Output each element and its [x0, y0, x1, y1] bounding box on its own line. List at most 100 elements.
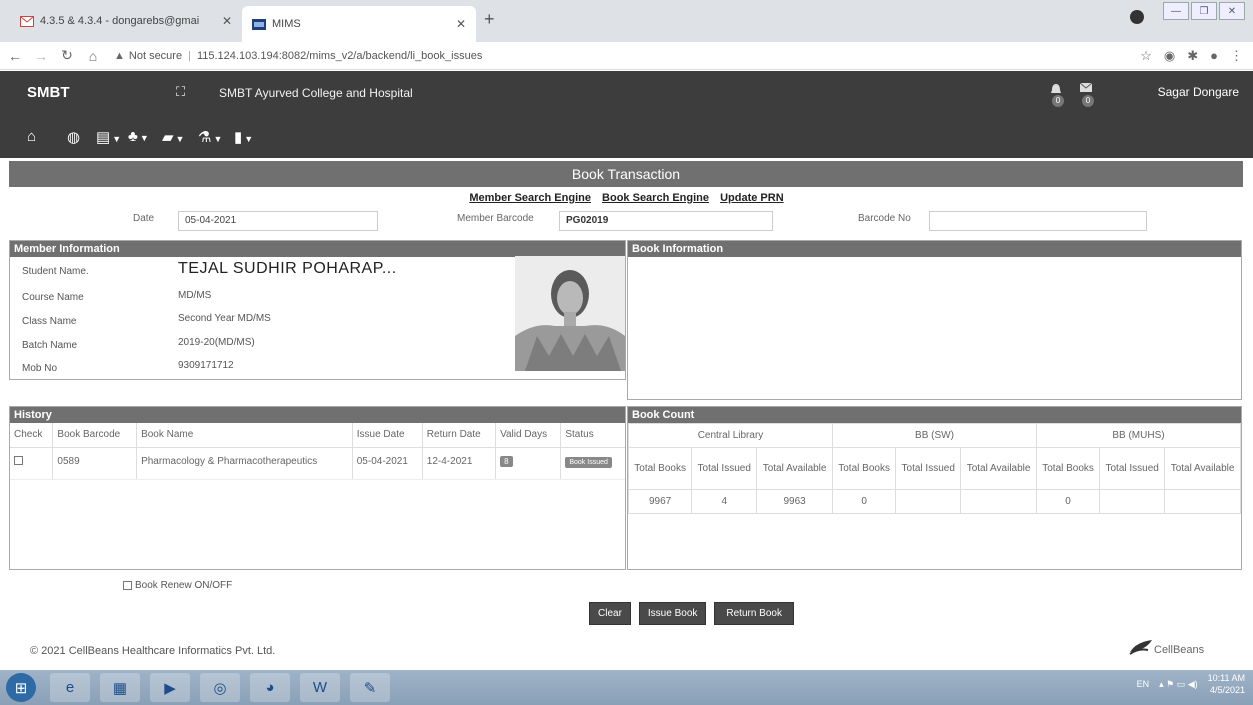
menu-dots-icon[interactable]: ⋮ — [1230, 48, 1243, 64]
star-icon[interactable]: ☆ — [1140, 48, 1152, 64]
book-name-cell: Pharmacology & Pharmacotherapeutics — [136, 447, 353, 480]
table-header-row: Check Book Barcode Book Name Issue Date … — [10, 423, 625, 448]
document-menu-icon[interactable]: ▤ ▼ — [96, 128, 121, 146]
language-indicator[interactable]: EN — [1137, 679, 1150, 689]
maximize-button[interactable]: ❐ — [1191, 2, 1217, 20]
status-badge: Book Issued — [565, 456, 612, 468]
browser-extensions: ☆ ◉ ✱ ● ⋮ — [1140, 48, 1243, 64]
not-secure-label: Not secure — [128, 49, 183, 62]
tab-title: 4.3.5 & 4.3.4 - dongarebs@gmai — [40, 15, 200, 27]
close-tab-icon[interactable]: ✕ — [456, 17, 466, 31]
warning-icon: ▲ — [114, 49, 125, 62]
book-search-link[interactable]: Book Search Engine — [602, 192, 709, 204]
sub-total-books: Total Books — [831, 447, 897, 490]
col-book-barcode: Book Barcode — [52, 423, 138, 448]
muhs-total-issued — [1099, 489, 1166, 514]
student-name-label: Student Name. — [22, 266, 89, 277]
media-player-icon[interactable]: ▶ — [150, 673, 190, 702]
reload-icon[interactable]: ↻ — [56, 47, 78, 64]
forward-icon[interactable]: → — [30, 48, 52, 64]
close-tab-icon[interactable]: ✕ — [222, 14, 232, 28]
home-icon[interactable]: ⌂ — [82, 48, 104, 64]
avatar[interactable]: ● — [1210, 48, 1218, 64]
history-table: Check Book Barcode Book Name Issue Date … — [10, 423, 625, 480]
minimize-button[interactable]: — — [1163, 2, 1189, 20]
col-status: Status — [560, 423, 625, 448]
central-total-issued: 4 — [691, 489, 758, 514]
book-menu-icon[interactable]: ▰ ▼ — [162, 128, 184, 146]
puzzle-icon[interactable]: ✱ — [1187, 48, 1198, 64]
sub-total-available: Total Available — [960, 447, 1037, 490]
table-row: 0589 Pharmacology & Pharmacotherapeutics… — [10, 447, 625, 480]
extension-icon[interactable]: ◉ — [1164, 48, 1175, 64]
renew-checkbox[interactable] — [123, 581, 132, 590]
notification-bell-icon[interactable]: 0 — [1050, 83, 1066, 107]
paint-icon[interactable]: ✎ — [350, 673, 390, 702]
chrome-icon[interactable]: ◎ — [200, 673, 240, 702]
member-info-heading: Member Information — [10, 241, 625, 257]
file-explorer-icon[interactable]: ▦ — [100, 673, 140, 702]
user-menu[interactable]: Sagar Dongare — [1158, 85, 1239, 99]
users-menu-icon[interactable]: ♣ ▼ — [128, 128, 149, 145]
close-window-button[interactable]: ✕ — [1219, 2, 1245, 20]
browser-tab-mims[interactable]: MIMS ✕ — [242, 6, 476, 42]
back-icon[interactable]: ← — [4, 48, 26, 64]
module-toolbar: ⌂ ◍ ▤ ▼ ♣ ▼ ▰ ▼ ⚗ ▼ ▮ ▼ — [0, 114, 1253, 158]
brand-logo[interactable]: SMBT — [27, 84, 70, 101]
course-label: Course Name — [22, 292, 84, 303]
lab-menu-icon[interactable]: ⚗ ▼ — [198, 128, 222, 146]
profile-icon[interactable] — [1130, 10, 1144, 24]
member-info-panel: Member Information Student Name. TEJAL S… — [9, 240, 626, 380]
browser-tab-gmail[interactable]: 4.3.5 & 4.3.4 - dongarebs@gmai ✕ — [10, 6, 242, 36]
sub-total-available: Total Available — [756, 447, 833, 490]
window-controls: — ❐ ✕ — [1163, 2, 1245, 20]
clock-date: 4/5/2021 — [1209, 685, 1245, 695]
new-tab-button[interactable]: + — [484, 9, 495, 30]
start-button[interactable]: ⊞ — [6, 673, 36, 702]
table-row: 9967 4 9963 0 0 — [627, 489, 1241, 514]
central-total-available: 9963 — [756, 489, 833, 514]
app-header: SMBT ⛶ SMBT Ayurved College and Hospital… — [0, 71, 1253, 114]
ie-icon[interactable]: e — [50, 673, 90, 702]
sub-total-books: Total Books — [1035, 447, 1101, 490]
os-taskbar: ⊞ e ▦ ▶ ◎ ◕ W ✎ — [0, 670, 1253, 705]
mobile-value: 9309171712 — [178, 360, 234, 371]
fullscreen-icon[interactable]: ⛶ — [176, 84, 185, 100]
book-info-panel: Book Information — [627, 240, 1242, 400]
issue-date-cell: 05-04-2021 — [352, 447, 423, 480]
address-bar: ← → ↻ ⌂ ▲ Not secure | 115.124.103.194:8… — [0, 42, 1253, 70]
cellbeans-logo-text: CellBeans — [1154, 644, 1205, 656]
muhs-total-books: 0 — [1035, 489, 1101, 514]
clear-button[interactable]: Clear — [589, 602, 631, 625]
row-checkbox[interactable] — [14, 456, 23, 466]
college-name: SMBT Ayurved College and Hospital — [219, 86, 413, 100]
member-search-link[interactable]: Member Search Engine — [469, 192, 591, 204]
gmail-icon — [20, 15, 34, 27]
sub-total-issued: Total Issued — [691, 447, 758, 490]
col-issue-date: Issue Date — [352, 423, 423, 448]
renew-label: Book Renew ON/OFF — [135, 580, 233, 591]
mail-icon[interactable]: 0 — [1079, 82, 1096, 107]
tab-title: MIMS — [272, 18, 301, 30]
history-panel: History Check Book Barcode Book Name Iss… — [9, 406, 626, 570]
return-book-button[interactable]: Return Book — [714, 602, 794, 625]
date-field[interactable]: 05-04-2021 — [178, 211, 378, 231]
word-icon[interactable]: W — [300, 673, 340, 702]
update-prn-link[interactable]: Update PRN — [720, 192, 784, 204]
tray-icons[interactable]: ▴ ⚑ ▭ ◀) — [1159, 679, 1198, 690]
home-icon[interactable]: ⌂ — [27, 128, 36, 145]
url-text: 115.124.103.194:8082/mims_v2/a/backend/l… — [196, 49, 483, 62]
clock[interactable]: 10:11 AM 4/5/2021 — [1208, 672, 1245, 696]
class-value: Second Year MD/MS — [178, 313, 271, 324]
member-barcode-field[interactable]: PG02019 — [559, 211, 773, 231]
sub-total-available: Total Available — [1164, 447, 1241, 490]
barcode-no-field[interactable] — [929, 211, 1147, 231]
central-total-books: 9967 — [627, 489, 693, 514]
file-menu-icon[interactable]: ▮ ▼ — [234, 128, 253, 146]
dashboard-icon[interactable]: ◍ — [67, 128, 80, 146]
url-field[interactable]: ▲ Not secure | 115.124.103.194:8082/mims… — [114, 50, 482, 62]
book-renew-toggle[interactable]: Book Renew ON/OFF — [123, 580, 232, 591]
group-bb-sw: BB (SW) — [831, 423, 1037, 448]
issue-book-button[interactable]: Issue Book — [638, 602, 707, 625]
app-icon[interactable]: ◕ — [250, 673, 290, 702]
